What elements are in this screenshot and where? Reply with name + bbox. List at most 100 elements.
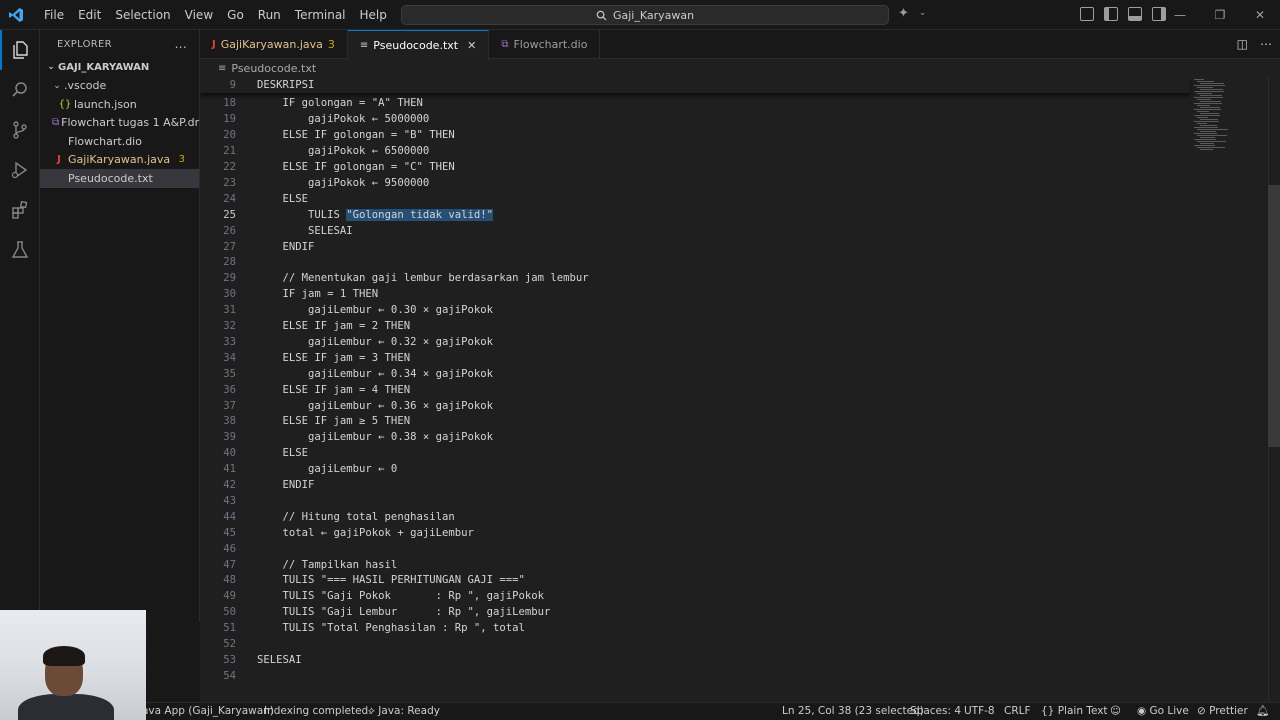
code-text-segment: ENDIF [257,240,315,253]
tree-item-pseudocode-txt[interactable]: Pseudocode.txt [40,169,199,188]
code-line[interactable]: 20 ELSE IF golongan = "B" THEN [200,127,454,143]
code-line[interactable]: 19 gajiPokok ← 5000000 [200,111,429,127]
code-line[interactable]: 43 [200,493,236,509]
close-icon[interactable]: ✕ [467,39,476,52]
tree-item-gajikaryawan-java[interactable]: J GajiKaryawan.java 3 [40,151,199,170]
code-line[interactable]: 48 TULIS "=== HASIL PERHITUNGAN GAJI ===… [200,573,525,589]
code-line[interactable]: 44 // Hitung total penghasilan [200,509,454,525]
menu-edit[interactable]: Edit [71,0,108,30]
copilot-status-icon[interactable]: ☺ [1110,703,1121,720]
code-line[interactable]: 42 ENDIF [200,477,314,493]
line-number: 49 [223,590,236,603]
tab-flowchart-dio[interactable]: ⧉ Flowchart.dio [489,30,601,59]
indexing-status: Indexing completed. [264,705,372,717]
notifications-bell-icon[interactable]: 🔔︎ [1256,703,1269,720]
tree-item-flowchart-drawio[interactable]: ⧉ Flowchart tugas 1 A&P.dr... [40,114,199,133]
code-line[interactable]: 51 TULIS "Total Penghasilan : Rp ", tota… [200,620,525,636]
tree-item-launch-json[interactable]: {} launch.json [40,95,199,114]
menu-file[interactable]: File [37,0,71,30]
code-line[interactable]: 46 [200,541,236,557]
minimap-line [1200,107,1220,109]
code-line[interactable]: 32 ELSE IF jam = 2 THEN [200,318,410,334]
tree-item-flowchart-dio[interactable]: Flowchart.dio [40,132,199,151]
menu-help[interactable]: Help [353,0,394,30]
code-line[interactable]: 49 TULIS "Gaji Pokok : Rp ", gajiPokok [200,588,544,604]
code-line[interactable]: 37 gajiLembur ← 0.36 × gajiPokok [200,398,493,414]
code-line[interactable]: 23 gajiPokok ← 9500000 [200,175,429,191]
code-line[interactable]: 47 // Tampilkan hasil [200,557,397,573]
go-live-button[interactable]: ◉ Go Live [1137,703,1189,720]
code-line[interactable]: 26 SELESAI [200,223,352,239]
menu-terminal[interactable]: Terminal [288,0,353,30]
code-line[interactable]: 30 IF jam = 1 THEN [200,286,378,302]
language-mode[interactable]: {} Plain Text [1041,703,1108,720]
vertical-scrollbar-thumb[interactable] [1268,185,1280,447]
tab-gajikaryawan-java[interactable]: J GajiKaryawan.java 3 [200,30,348,59]
go-live-label: Go Live [1149,705,1189,717]
extensions-icon[interactable] [0,190,40,230]
breadcrumb-file[interactable]: Pseudocode.txt [231,62,316,75]
code-line[interactable]: 53 SELESAI [200,652,301,668]
code-line[interactable]: 39 gajiLembur ← 0.38 × gajiPokok [200,429,493,445]
tree-item-vscode-folder[interactable]: ⌄ .vscode [40,77,199,96]
code-text: gajiLembur ← 0 [257,463,397,475]
line-number: 48 [223,574,236,587]
source-control-icon[interactable] [0,110,40,150]
restore-button[interactable]: ❐ [1200,0,1240,30]
minimize-button[interactable]: — [1160,0,1200,30]
code-line[interactable]: 41 gajiLembur ← 0 [200,461,397,477]
code-line[interactable]: 24 ELSE [200,191,308,207]
minimap[interactable] [1190,77,1268,702]
root-folder-label: GAJI_KARYAWAN [58,61,150,73]
code-line[interactable]: 50 TULIS "Gaji Lembur : Rp ", gajiLembur [200,604,550,620]
code-line[interactable]: 34 ELSE IF jam = 3 THEN [200,350,410,366]
menu-selection[interactable]: Selection [108,0,177,30]
testing-icon[interactable] [0,230,40,270]
customize-layout-icon[interactable] [1080,7,1094,21]
code-line[interactable]: 38 ELSE IF jam ≥ 5 THEN [200,414,410,430]
code-line[interactable]: 22 ELSE IF golongan = "C" THEN [200,159,454,175]
split-editor-icon[interactable]: ◫ [1237,37,1248,51]
tab-pseudocode-txt[interactable]: ≡ Pseudocode.txt ✕ [347,30,490,60]
prettier-status[interactable]: ⊘ Prettier [1197,703,1248,720]
java-app-status[interactable]: ava App (Gaji_Karyawan) [142,703,274,720]
java-ready-status[interactable]: ⟡ Java: Ready [368,703,440,720]
toggle-panel-icon[interactable] [1128,7,1142,21]
code-line[interactable]: 40 ELSE [200,445,308,461]
more-actions-icon[interactable]: ⋯ [1260,37,1272,51]
code-line[interactable]: 27 ENDIF [200,239,314,255]
code-line[interactable]: 45 total ← gajiPokok + gajiLembur [200,525,474,541]
copilot-icon[interactable]: ✦ [898,6,909,21]
minimap-line [1200,89,1223,91]
code-line[interactable]: 31 gajiLembur ← 0.30 × gajiPokok [200,302,493,318]
encoding-status[interactable]: UTF-8 [964,703,995,720]
code-line[interactable]: 52 [200,636,236,652]
code-line[interactable]: 28 [200,255,236,271]
command-center-search[interactable]: Gaji_Karyawan [401,5,889,25]
cursor-position[interactable]: Ln 25, Col 38 (23 selected) [782,703,924,720]
toggle-primary-sidebar-icon[interactable] [1104,7,1118,21]
sticky-scroll-header[interactable]: 9 DESKRIPSI [200,77,1190,93]
code-line[interactable]: 36 ELSE IF jam = 4 THEN [200,382,410,398]
close-window-button[interactable]: ✕ [1240,0,1280,30]
explorer-icon[interactable] [0,30,40,70]
code-line[interactable]: 18 IF golongan = "A" THEN [200,96,423,112]
workspace-root-folder[interactable]: ⌄ GAJI_KARYAWAN [40,58,199,77]
menu-go[interactable]: Go [220,0,251,30]
indentation-status[interactable]: Spaces: 4 [910,703,961,720]
code-editor[interactable]: 9 DESKRIPSI 18 IF golongan = "A" THEN 19 … [200,77,1268,702]
code-line[interactable]: 29 // Menentukan gaji lembur berdasarkan… [200,270,588,286]
code-text-segment: ELSE IF golongan = "B" THEN [257,129,455,142]
more-actions-icon[interactable]: ... [175,37,187,51]
code-line[interactable]: 25 TULIS "Golongan tidak valid!" [200,207,493,223]
chevron-down-icon[interactable]: ⌄ [919,8,927,21]
menu-view[interactable]: View [178,0,220,30]
code-line[interactable]: 21 gajiPokok ← 6500000 [200,143,429,159]
code-line[interactable]: 54 [200,668,236,684]
eol-status[interactable]: CRLF [1004,703,1031,720]
search-view-icon[interactable] [0,70,40,110]
menu-run[interactable]: Run [251,0,288,30]
run-debug-icon[interactable] [0,150,40,190]
code-line[interactable]: 35 gajiLembur ← 0.34 × gajiPokok [200,366,493,382]
code-line[interactable]: 33 gajiLembur ← 0.32 × gajiPokok [200,334,493,350]
